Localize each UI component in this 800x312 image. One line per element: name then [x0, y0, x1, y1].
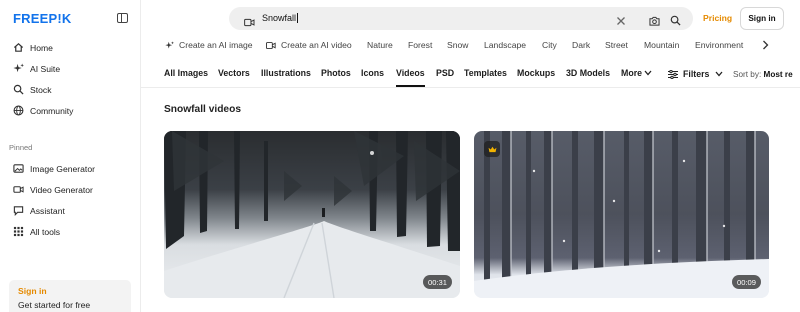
chip-forest[interactable]: Forest — [408, 40, 432, 50]
sidebar-item-assistant[interactable]: Assistant — [0, 200, 140, 221]
sidebar-item-label: Assistant — [30, 205, 65, 216]
text-caret — [297, 13, 299, 23]
sparkle-icon — [13, 63, 24, 74]
video-type-icon[interactable] — [244, 14, 255, 32]
filters-label: Filters — [683, 69, 710, 79]
sidebar-item-video-generator[interactable]: Video Generator — [0, 179, 140, 200]
video-thumbnail-forest-trail — [164, 131, 460, 298]
suggestion-chips: Create an AI image Create an AI video Na… — [165, 40, 775, 54]
chip-label: Create an AI video — [281, 40, 352, 50]
sidebar: FREEP!K Home AI Suite Stock Community Pi… — [0, 0, 141, 312]
camera-search-icon[interactable] — [649, 13, 660, 31]
video-card[interactable]: 00:31 — [164, 131, 460, 298]
sidebar-item-label: Home — [30, 42, 53, 53]
chip-street[interactable]: Street — [605, 40, 628, 50]
chip-city[interactable]: City — [542, 40, 557, 50]
sidebar-item-community[interactable]: Community — [0, 100, 140, 121]
tab-mockups[interactable]: Mockups — [517, 68, 555, 87]
video-icon — [266, 41, 276, 50]
chip-mountain[interactable]: Mountain — [644, 40, 679, 50]
search-bar[interactable]: Snowfall — [229, 7, 693, 30]
pinned-nav: Image Generator Video Generator Assistan… — [0, 158, 140, 242]
video-duration-badge: 00:09 — [731, 275, 761, 289]
chip-nature[interactable]: Nature — [367, 40, 393, 50]
sort-label: Sort by: — [733, 70, 762, 79]
video-duration-badge: 00:31 — [422, 275, 452, 289]
sidebar-item-all-tools[interactable]: All tools — [0, 221, 140, 242]
grid-icon — [13, 226, 24, 237]
home-icon — [13, 42, 24, 53]
video-thumbnail-snowy-woods — [474, 131, 769, 298]
freepik-app: FREEP!K Home AI Suite Stock Community Pi… — [0, 0, 800, 312]
sidebar-item-label: Image Generator — [30, 163, 95, 174]
video-card[interactable]: 00:09 — [474, 131, 769, 298]
sidebar-item-label: Community — [30, 105, 74, 116]
sidebar-item-home[interactable]: Home — [0, 37, 140, 58]
chevron-down-icon — [644, 68, 652, 78]
section-title: Snowfall videos — [164, 104, 241, 115]
globe-icon — [13, 105, 24, 116]
sidebar-item-label: AI Suite — [30, 63, 61, 74]
tab-illustrations[interactable]: Illustrations — [261, 68, 311, 87]
sidebar-item-label: Stock — [30, 84, 52, 95]
sparkle-icon — [165, 40, 174, 50]
sort-dropdown[interactable]: Sort by: Most re — [733, 70, 793, 79]
tab-templates[interactable]: Templates — [464, 68, 507, 87]
tabs-divider — [140, 87, 800, 88]
pinned-label: Pinned — [9, 143, 33, 152]
chip-landscape[interactable]: Landscape — [484, 40, 526, 50]
signin-button[interactable]: Sign in — [740, 7, 784, 30]
search-input-value: Snowfall — [262, 13, 297, 23]
sidebar-item-stock[interactable]: Stock — [0, 79, 140, 100]
chip-dark[interactable]: Dark — [572, 40, 590, 50]
sort-value: Most re — [763, 70, 793, 79]
freepik-logo[interactable]: FREEP!K — [13, 11, 71, 26]
sidebar-collapse-icon[interactable] — [117, 13, 128, 23]
search-input[interactable]: Snowfall — [262, 13, 299, 23]
signin-promo-subtitle: Get started for free — [18, 300, 91, 310]
tab-all-images[interactable]: All Images — [164, 68, 208, 87]
tab-psd[interactable]: PSD — [436, 68, 454, 87]
chat-icon — [13, 205, 24, 216]
video-icon — [13, 184, 24, 195]
image-icon — [13, 163, 24, 174]
chip-snow[interactable]: Snow — [447, 40, 469, 50]
search-icon — [13, 84, 24, 95]
filters-button[interactable]: Filters — [668, 69, 723, 79]
pricing-link[interactable]: Pricing — [703, 13, 732, 23]
sidebar-item-ai-suite[interactable]: AI Suite — [0, 58, 140, 79]
chevron-right-icon[interactable] — [762, 40, 772, 52]
tab-more-label: More — [621, 68, 643, 78]
chip-environment[interactable]: Environment — [695, 40, 743, 50]
tab-vectors[interactable]: Vectors — [218, 68, 250, 87]
logo-row: FREEP!K — [13, 11, 133, 27]
clear-search-icon[interactable] — [616, 13, 626, 31]
sidebar-item-image-generator[interactable]: Image Generator — [0, 158, 140, 179]
filters-icon — [668, 69, 678, 79]
sidebar-item-label: Video Generator — [30, 184, 93, 195]
chip-create-ai-image[interactable]: Create an AI image — [165, 40, 253, 50]
tab-photos[interactable]: Photos — [321, 68, 351, 87]
chevron-down-icon — [715, 71, 723, 77]
sidebar-nav: Home AI Suite Stock Community — [0, 37, 140, 121]
chip-label: Create an AI image — [179, 40, 253, 50]
chip-create-ai-video[interactable]: Create an AI video — [266, 40, 352, 50]
search-submit-icon[interactable] — [670, 13, 681, 31]
tab-videos[interactable]: Videos — [396, 68, 425, 87]
tab-3d-models[interactable]: 3D Models — [566, 68, 610, 87]
signin-promo-title[interactable]: Sign in — [18, 286, 122, 296]
premium-crown-icon — [484, 141, 500, 157]
tab-more[interactable]: More — [621, 68, 652, 87]
sidebar-item-label: All tools — [30, 226, 61, 237]
tab-icons[interactable]: Icons — [361, 68, 384, 87]
signin-promo-card[interactable]: Sign in Get started for free — [9, 280, 131, 312]
